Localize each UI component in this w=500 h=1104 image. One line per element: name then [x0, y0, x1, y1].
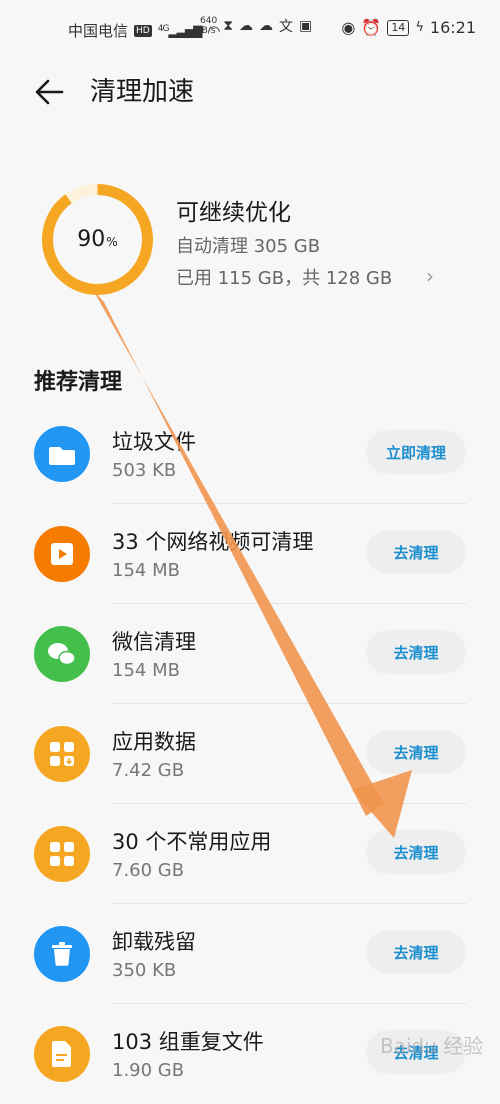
list-item[interactable]: 应用数据 7.42 GB 去清理 — [0, 704, 500, 804]
cloud-download-icon: ☁ — [259, 18, 274, 34]
app-data-icon — [34, 726, 90, 782]
speed-value: 640 — [200, 16, 218, 26]
item-name: 微信清理 — [112, 630, 196, 654]
signal-icon: 4G▂▃▅▇ — [157, 23, 203, 38]
go-clean-button[interactable]: 去清理 — [366, 930, 466, 974]
go-clean-button[interactable]: 去清理 — [366, 730, 466, 774]
list-item[interactable]: 卸载残留 350 KB 去清理 — [0, 904, 500, 1004]
item-name: 103 组重复文件 — [112, 1030, 264, 1054]
page-title: 清理加速 — [90, 77, 195, 107]
list-item[interactable]: 33 个网络视频可清理 154 MB 去清理 — [0, 504, 500, 604]
eye-icon: ◉ — [341, 18, 356, 37]
status-right: ◉ ⏰ 14 ϟ 16:21 — [341, 18, 476, 37]
watermark-logo: Baidu 经验 — [380, 1034, 484, 1058]
status-left: 中国电信 HD 4G▂▃▅▇ ◠ — [68, 20, 220, 41]
translate-icon: 文 — [279, 19, 294, 35]
wechat-icon — [34, 626, 90, 682]
battery-icon: 14 — [387, 19, 410, 36]
list-item[interactable]: 垃圾文件 503 KB 立即清理 — [0, 404, 500, 504]
hd-badge: HD — [134, 24, 152, 37]
clock-time: 16:21 — [429, 18, 476, 37]
clean-now-button[interactable]: 立即清理 — [366, 430, 466, 474]
network-speed: 640 B/s — [200, 16, 217, 36]
ring-percent: 90% — [40, 182, 155, 297]
list-item[interactable]: 30 个不常用应用 7.60 GB 去清理 — [0, 804, 500, 904]
alarm-icon: ⏰ — [361, 18, 382, 37]
charging-icon: ϟ — [415, 20, 424, 35]
go-clean-button[interactable]: 去清理 — [366, 530, 466, 574]
speed-unit: B/s — [201, 26, 216, 36]
network-label: 4G — [157, 23, 170, 34]
app-notification-icon: ▣ — [299, 18, 313, 34]
item-size: 7.60 GB — [112, 860, 185, 881]
carrier-label: 中国电信 — [68, 22, 129, 40]
apps-grid-icon — [34, 826, 90, 882]
item-size: 154 MB — [112, 560, 180, 581]
summary-title: 可继续优化 — [176, 200, 291, 226]
storage-used-link[interactable]: 已用 115 GB，共 128 GB — [176, 264, 392, 290]
go-clean-button[interactable]: 去清理 — [366, 630, 466, 674]
status-mid: 640 B/s ⧗ ☁ ☁ 文 ▣ — [200, 16, 312, 36]
item-size: 7.42 GB — [112, 760, 185, 781]
item-size: 350 KB — [112, 960, 177, 981]
item-name: 应用数据 — [112, 730, 196, 754]
item-size: 154 MB — [112, 660, 180, 681]
item-name: 垃圾文件 — [112, 430, 196, 454]
video-icon — [34, 526, 90, 582]
hourglass-icon: ⧗ — [223, 18, 234, 34]
item-size: 1.90 GB — [112, 1060, 185, 1081]
cloud-icon: ☁ — [239, 18, 254, 34]
duplicate-file-icon — [34, 1026, 90, 1082]
item-size: 503 KB — [112, 460, 177, 481]
list-item[interactable]: 微信清理 154 MB 去清理 — [0, 604, 500, 704]
trash-icon — [34, 926, 90, 982]
item-name: 卸载残留 — [112, 930, 196, 954]
auto-clean-text: 自动清理 305 GB — [176, 236, 321, 257]
title-bar — [0, 62, 500, 126]
percent-sign: % — [106, 234, 118, 249]
item-name: 33 个网络视频可清理 — [112, 530, 314, 554]
folder-icon — [34, 426, 90, 482]
chevron-right-icon[interactable]: › — [426, 264, 434, 288]
percent-value: 90 — [77, 227, 106, 252]
item-name: 30 个不常用应用 — [112, 830, 272, 854]
go-clean-button[interactable]: 去清理 — [366, 830, 466, 874]
back-arrow-icon[interactable] — [32, 74, 68, 110]
section-title: 推荐清理 — [34, 370, 123, 395]
status-bar: 中国电信 HD 4G▂▃▅▇ ◠ 640 B/s ⧗ ☁ ☁ 文 ▣ ◉ ⏰ 1… — [0, 0, 500, 62]
